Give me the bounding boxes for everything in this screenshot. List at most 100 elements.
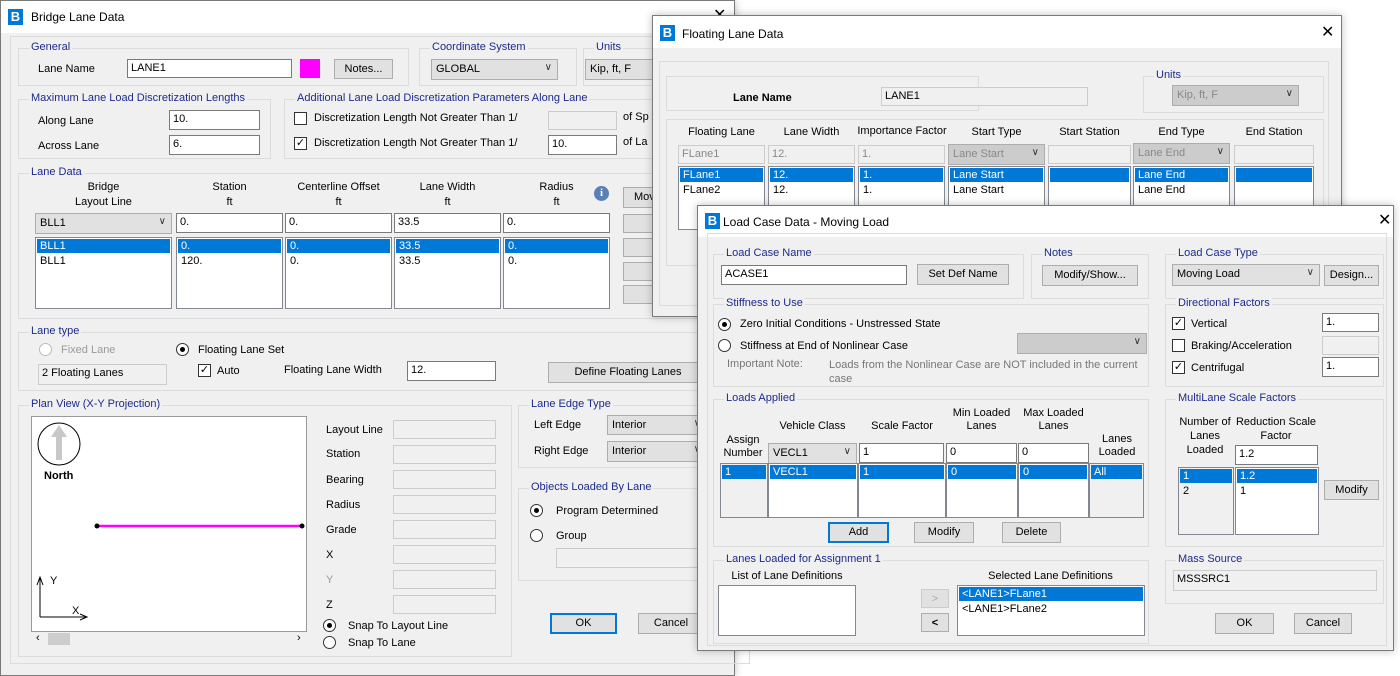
nonlinear-case-select[interactable]	[1017, 333, 1147, 354]
left-edge-select[interactable]: Interior	[607, 415, 707, 435]
braking-factor-input[interactable]	[1322, 336, 1379, 355]
list-item[interactable]: Lane Start	[950, 168, 1043, 182]
list-item[interactable]: 1.2	[1237, 469, 1317, 483]
list-item[interactable]	[1050, 168, 1129, 182]
list-item[interactable]: FLane2	[680, 183, 763, 197]
add-lane-button[interactable]: >	[921, 589, 949, 608]
delete-load-button[interactable]: Delete	[1002, 522, 1061, 543]
list-item[interactable]	[1236, 168, 1312, 182]
design-button[interactable]: Design...	[1324, 265, 1379, 286]
list-item[interactable]: 0.	[287, 254, 390, 268]
group-input[interactable]	[556, 548, 716, 568]
program-determined-radio[interactable]	[530, 504, 543, 517]
fixed-lane-radio[interactable]	[39, 343, 52, 356]
coordinate-system-select[interactable]: GLOBAL	[431, 59, 558, 80]
add-load-button[interactable]: Add	[828, 522, 889, 543]
list-item[interactable]: FLane1	[680, 168, 763, 182]
lane-discretization-checkbox[interactable]: ✓	[294, 137, 307, 150]
ok-button[interactable]: OK	[1215, 613, 1274, 634]
number-of-lanes-list[interactable]: 12	[1178, 467, 1234, 535]
scroll-right-icon[interactable]: ›	[297, 632, 301, 644]
list-item[interactable]: 12.	[770, 168, 853, 182]
lanes-loaded-list[interactable]: All	[1089, 463, 1144, 518]
assign-number-list[interactable]: 1	[720, 463, 768, 518]
info-icon[interactable]: i	[594, 186, 609, 201]
list-item[interactable]: 1.	[860, 183, 943, 197]
selected-lanes-list[interactable]: <LANE1>FLane1 <LANE1>FLane2	[957, 585, 1145, 636]
station-list[interactable]: 0. 120.	[176, 237, 283, 309]
snap-layout-line-radio[interactable]	[323, 619, 336, 632]
list-item[interactable]: 1	[1180, 469, 1232, 483]
auto-checkbox[interactable]: ✓	[198, 364, 211, 377]
braking-checkbox[interactable]	[1172, 339, 1185, 352]
list-item[interactable]: Lane End	[1135, 168, 1228, 182]
list-item[interactable]: 0	[1020, 465, 1087, 479]
load-case-name-input[interactable]: ACASE1	[721, 265, 907, 285]
remove-lane-button[interactable]: <	[921, 613, 949, 632]
min-loaded-lanes-input[interactable]: 0	[946, 443, 1017, 463]
list-item[interactable]: BLL1	[37, 239, 170, 253]
centerline-offset-input[interactable]: 0.	[285, 213, 392, 233]
define-floating-lanes-button[interactable]: Define Floating Lanes	[548, 362, 708, 383]
cancel-button[interactable]: Cancel	[1294, 613, 1352, 634]
max-loaded-lanes-list[interactable]: 0	[1018, 463, 1089, 518]
scroll-left-icon[interactable]: ‹	[36, 632, 40, 644]
scale-factor-list[interactable]: 1	[858, 463, 946, 518]
cancel-button[interactable]: Cancel	[638, 613, 704, 634]
list-item[interactable]: 33.5	[396, 254, 499, 268]
lane-name-input[interactable]: LANE1	[127, 59, 292, 78]
along-lane-input[interactable]: 10.	[169, 110, 260, 130]
right-edge-select[interactable]: Interior	[607, 441, 707, 462]
layout-line-select[interactable]: BLL1	[35, 213, 172, 234]
units-select[interactable]: Kip, ft, F	[1172, 85, 1299, 106]
min-loaded-lanes-list[interactable]: 0	[946, 463, 1018, 518]
lane-color-swatch[interactable]	[300, 59, 320, 78]
centrifugal-factor-input[interactable]: 1.	[1322, 357, 1379, 377]
list-item[interactable]: 1	[860, 465, 944, 479]
list-item[interactable]: BLL1	[37, 254, 170, 268]
zero-initial-radio[interactable]	[718, 318, 731, 331]
nonlinear-case-radio[interactable]	[718, 339, 731, 352]
list-item[interactable]: 0.	[287, 239, 390, 253]
list-item[interactable]: 0.	[505, 239, 608, 253]
start-type-select[interactable]: Lane Start	[948, 144, 1045, 165]
span-discretization-input[interactable]	[548, 111, 617, 130]
vertical-checkbox[interactable]: ✓	[1172, 317, 1185, 330]
list-item[interactable]: 12.	[770, 183, 853, 197]
group-radio[interactable]	[530, 529, 543, 542]
modify-multilane-button[interactable]: Modify	[1324, 480, 1379, 500]
list-item[interactable]: 0.	[178, 239, 281, 253]
reduction-factor-list[interactable]: 1.2 1	[1235, 467, 1319, 535]
load-case-type-select[interactable]: Moving Load	[1172, 264, 1320, 286]
floating-lane-width-input[interactable]: 12.	[407, 361, 496, 381]
vehicle-class-select[interactable]: VECL1	[768, 443, 857, 464]
across-lane-input[interactable]: 6.	[169, 135, 260, 155]
set-def-name-button[interactable]: Set Def Name	[917, 264, 1009, 285]
reduction-factor-input[interactable]: 1.2	[1235, 445, 1318, 465]
notes-button[interactable]: Notes...	[334, 59, 393, 79]
list-item[interactable]: 1	[722, 465, 766, 479]
layout-line-list[interactable]: BLL1 BLL1	[35, 237, 172, 309]
lane-width-list[interactable]: 33.5 33.5	[394, 237, 501, 309]
floating-lane-set-radio[interactable]	[176, 343, 189, 356]
modify-show-notes-button[interactable]: Modify/Show...	[1042, 265, 1138, 286]
vertical-factor-input[interactable]: 1.	[1322, 313, 1379, 332]
close-icon[interactable]: ✕	[1321, 25, 1334, 41]
list-item[interactable]: 0.	[505, 254, 608, 268]
list-item[interactable]: 120.	[178, 254, 281, 268]
list-item[interactable]: 1	[1237, 484, 1317, 498]
plan-view-canvas[interactable]: North Y X	[31, 416, 307, 632]
vehicle-class-list[interactable]: VECL1	[768, 463, 858, 518]
close-icon[interactable]: ✕	[1378, 213, 1391, 229]
centerline-offset-list[interactable]: 0. 0.	[285, 237, 392, 309]
station-input[interactable]: 0.	[176, 213, 283, 233]
list-item[interactable]: 0	[948, 465, 1016, 479]
modify-load-button[interactable]: Modify	[914, 522, 974, 543]
list-item[interactable]: <LANE1>FLane2	[959, 602, 1143, 616]
list-item[interactable]: 33.5	[396, 239, 499, 253]
max-loaded-lanes-input[interactable]: 0	[1018, 443, 1089, 463]
list-item[interactable]: All	[1091, 465, 1142, 479]
scale-factor-input[interactable]: 1	[859, 443, 944, 463]
lane-width-input[interactable]: 33.5	[394, 213, 501, 233]
snap-lane-radio[interactable]	[323, 636, 336, 649]
